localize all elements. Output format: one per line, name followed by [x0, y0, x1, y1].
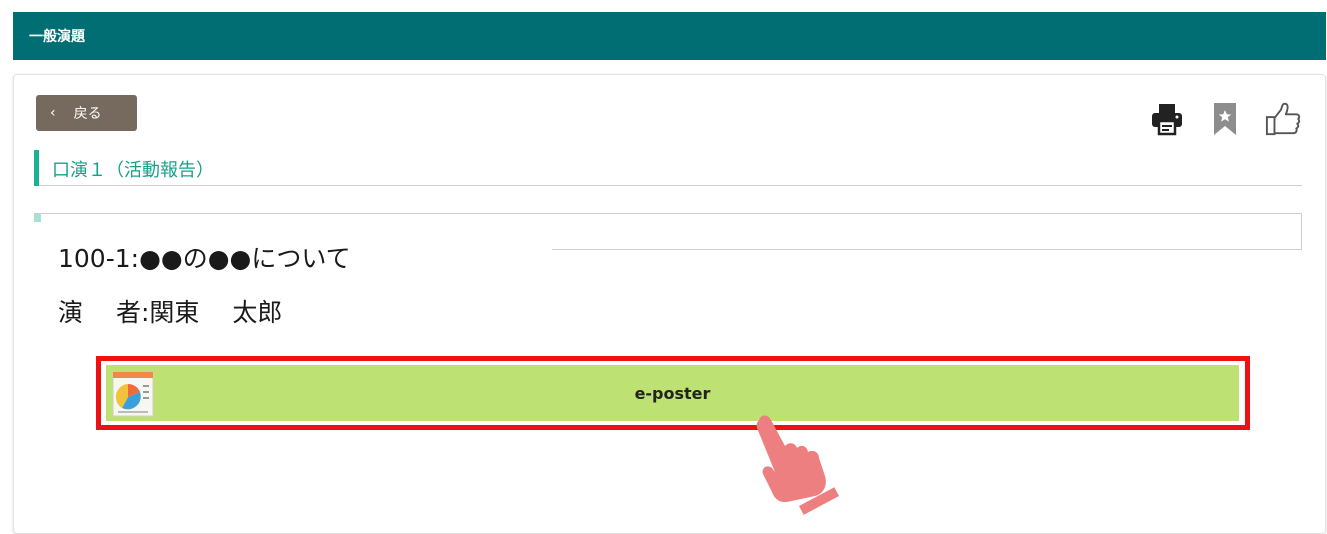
pointer-hand-icon	[741, 406, 851, 516]
e-poster-highlight: e-poster	[96, 356, 1250, 430]
poster-chart-icon	[112, 371, 154, 417]
e-poster-button[interactable]: e-poster	[106, 365, 1239, 421]
header-title: 一般演題	[29, 29, 85, 45]
print-icon[interactable]	[1149, 101, 1185, 137]
toolbar-icons	[1149, 101, 1301, 137]
thumbs-up-icon[interactable]	[1265, 101, 1301, 137]
content-card: ‹ 戻る 口演１（活動報告） 100-1:●●の●●について 演 者:関東 太郎…	[13, 74, 1326, 534]
back-button[interactable]: ‹ 戻る	[36, 95, 137, 131]
header-bar: 一般演題	[13, 12, 1326, 60]
section-heading: 口演１（活動報告）	[34, 150, 1302, 186]
presentation-title: 100-1:●●の●●について	[58, 244, 351, 273]
presenter-name: 演 者:関東 太郎	[58, 298, 283, 327]
chevron-left-icon: ‹	[50, 105, 56, 121]
back-button-label: 戻る	[73, 106, 102, 122]
box-corner-marker	[34, 214, 41, 222]
section-accent-bar	[34, 150, 39, 186]
section-title: 口演１（活動報告）	[52, 160, 214, 181]
e-poster-label: e-poster	[634, 383, 711, 403]
bookmark-icon[interactable]	[1207, 101, 1243, 137]
